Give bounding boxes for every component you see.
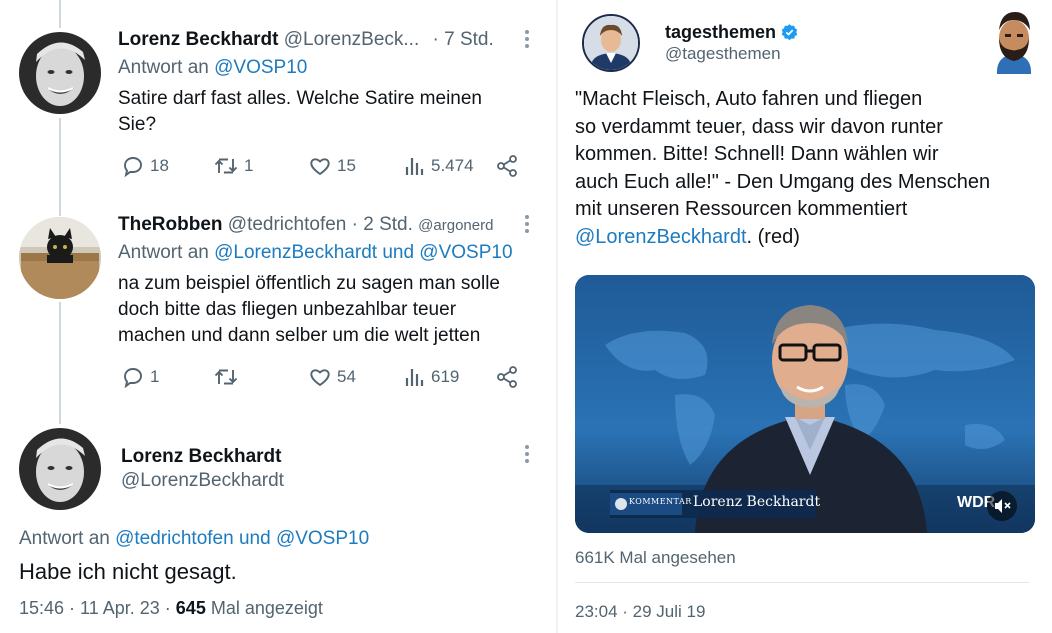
tweet-text: Satire darf fast alles. Welche Satire me…: [118, 86, 482, 138]
reply-count: 1: [150, 367, 160, 386]
text-line: doch bitte das fliegen unbezahlbar teuer: [118, 299, 457, 320]
text-line: mit unseren Ressourcen kommentiert: [575, 198, 908, 220]
share-icon: [497, 366, 517, 388]
more-icon[interactable]: [524, 30, 530, 51]
like-icon: [310, 158, 330, 176]
timestamp[interactable]: · 2 Std.: [352, 214, 413, 235]
display-name[interactable]: Lorenz Beckhardt: [121, 446, 281, 468]
reply-prefix: Antwort an: [118, 57, 209, 78]
share-button[interactable]: [495, 365, 519, 389]
tweet-header: TheRobben @tedrichtofen · 2 Std. @argone…: [118, 214, 493, 236]
text-suffix: . (red): [746, 225, 800, 248]
reply-prefix: Antwort an: [118, 242, 209, 263]
mute-icon: [995, 499, 1011, 513]
text-line: kommen. Bitte! Schnell! Dann wählen wir: [575, 143, 939, 165]
like-icon: [310, 369, 330, 387]
text-line: Satire darf fast alles. Welche Satire me…: [118, 88, 482, 109]
text-line: Sie?: [118, 114, 157, 135]
reply-context: Antwort an @tedrichtofen und @VOSP10: [19, 528, 369, 550]
video-lower-third-name: Lorenz Beckhardt: [693, 494, 821, 510]
reply-context: Antwort an @VOSP10: [118, 57, 307, 79]
timestamp[interactable]: · 7 Std.: [433, 29, 494, 50]
avatar[interactable]: [19, 32, 101, 114]
watermark: @argonerd: [418, 217, 494, 234]
like-count: 15: [337, 156, 356, 175]
video-tag: KOMMENTAR: [629, 497, 692, 506]
reply-button[interactable]: 1: [121, 365, 159, 389]
reply-button[interactable]: 18: [121, 154, 169, 178]
like-count: 54: [337, 367, 356, 386]
text-line: auch Euch alle!" - Den Umgang des Mensch…: [575, 170, 991, 193]
avatar[interactable]: [19, 217, 101, 299]
retweet-icon: [214, 158, 238, 174]
display-name[interactable]: tagesthemen: [665, 22, 776, 43]
mute-button[interactable]: [987, 491, 1017, 521]
left-thread-panel: Lorenz Beckhardt @LorenzBeck... · 7 Std.…: [0, 0, 556, 633]
thread-line: [59, 0, 61, 28]
text-line: na zum beispiel öffentlich zu sagen man …: [118, 273, 500, 294]
like-button[interactable]: 15: [308, 154, 356, 178]
retweet-button[interactable]: [213, 365, 244, 389]
emoji-avatar: [991, 8, 1037, 74]
views-count: 645: [175, 598, 206, 618]
retweet-icon: [214, 369, 238, 385]
share-icon: [497, 155, 517, 177]
tweet-text: "Macht Fleisch, Auto fahren und fliegen …: [575, 86, 1035, 251]
text-line: so verdammt teuer, dass wir davon runter: [575, 115, 943, 138]
reply-mention[interactable]: @LorenzBeckhardt und @VOSP10: [214, 242, 512, 263]
views-label: Mal angezeigt: [210, 598, 323, 618]
avatar[interactable]: [19, 428, 101, 510]
avatar[interactable]: [582, 14, 640, 72]
retweet-count: 1: [244, 156, 254, 175]
text-line: "Macht Fleisch, Auto fahren und fliegen: [575, 88, 923, 110]
handle[interactable]: @tagesthemen: [665, 44, 781, 64]
reply-count: 18: [150, 156, 169, 175]
text-line: machen und dann selber um die welt jette…: [118, 325, 481, 346]
author-name-row: tagesthemen: [665, 22, 799, 43]
views-icon: [405, 158, 424, 175]
handle[interactable]: @LorenzBeck...: [284, 29, 419, 50]
right-tweet-panel: tagesthemen @tagesthemen "Macht Fleisch,…: [558, 0, 1052, 633]
tweet-meta: 15:46 · 11 Apr. 23 · 645 Mal angezeigt: [19, 598, 323, 619]
timestamp[interactable]: 23:04 · 29 Juli 19: [575, 602, 705, 622]
reply-mention[interactable]: @tedrichtofen und @VOSP10: [115, 528, 369, 549]
mention-link[interactable]: @LorenzBeckhardt: [575, 226, 747, 248]
display-name[interactable]: Lorenz Beckhardt: [118, 29, 278, 50]
handle[interactable]: @tedrichtofen: [228, 214, 347, 235]
like-button[interactable]: 54: [308, 365, 356, 389]
retweet-button[interactable]: 1: [213, 154, 253, 178]
video-player[interactable]: KOMMENTAR Lorenz Beckhardt WDR: [575, 275, 1035, 533]
more-icon[interactable]: [524, 215, 530, 236]
reply-icon: [124, 368, 142, 389]
text-line: @LorenzBeckhardt. (red): [575, 224, 1035, 252]
tweet-text: Habe ich nicht gesagt.: [19, 559, 237, 584]
tweet-text: na zum beispiel öffentlich zu sagen man …: [118, 271, 500, 349]
divider: [575, 582, 1029, 583]
views-button[interactable]: 5.474: [404, 154, 474, 178]
view-count: 661K Mal angesehen: [575, 548, 736, 567]
verified-icon: [781, 24, 798, 41]
handle[interactable]: @LorenzBeckhardt: [121, 470, 284, 492]
views-button[interactable]: 619: [404, 365, 459, 389]
display-name[interactable]: TheRobben: [118, 214, 223, 235]
thread-line: [59, 302, 61, 424]
views-count: 619: [431, 367, 460, 386]
tweet-header: Lorenz Beckhardt @LorenzBeck... · 7 Std.: [118, 29, 494, 51]
views-count: 5.474: [431, 156, 474, 175]
timestamp[interactable]: 15:46 · 11 Apr. 23 ·: [19, 598, 171, 618]
thread-line: [59, 118, 61, 216]
reply-prefix: Antwort an: [19, 528, 110, 549]
views-icon: [405, 369, 424, 386]
reply-context: Antwort an @LorenzBeckhardt und @VOSP10: [118, 242, 513, 264]
share-button[interactable]: [495, 154, 519, 178]
reply-icon: [124, 157, 142, 178]
more-icon[interactable]: [524, 445, 530, 466]
reply-mention[interactable]: @VOSP10: [214, 57, 307, 78]
